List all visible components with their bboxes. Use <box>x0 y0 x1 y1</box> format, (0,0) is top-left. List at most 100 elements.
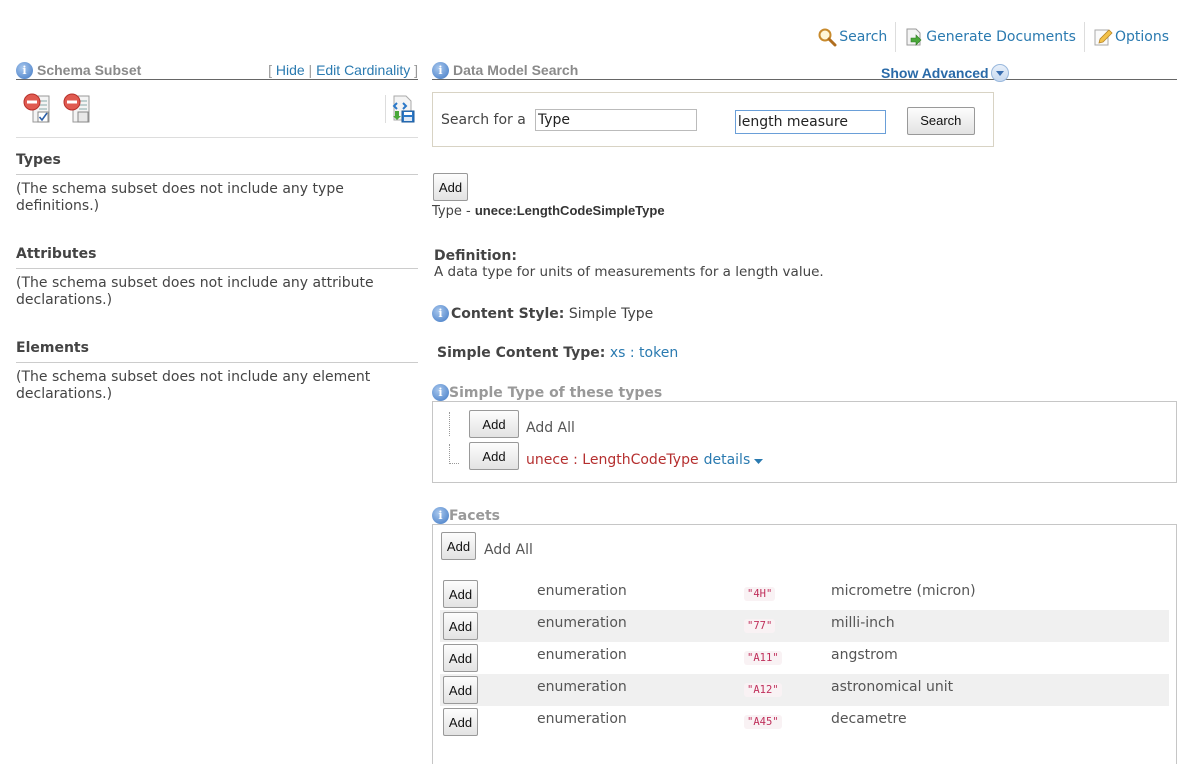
show-advanced-toggle[interactable]: Show Advanced <box>881 64 1009 82</box>
simple-type-of-box: Add Add All Add unece : LengthCodeType d… <box>432 401 1177 483</box>
facets-title: Facets <box>449 507 501 524</box>
remove-checked-icon[interactable] <box>22 92 56 126</box>
add-all-facets-button[interactable]: Add <box>441 532 476 560</box>
simple-type-item: Add unece : LengthCodeType details <box>433 440 1176 472</box>
options-link[interactable]: Options <box>1085 22 1177 52</box>
search-nav-label: Search <box>839 29 888 45</box>
caret-down-icon <box>754 459 764 464</box>
magnifier-icon <box>818 28 837 47</box>
types-heading: Types <box>16 152 418 175</box>
simple-content-type-row: Simple Content Type: xs : token <box>432 345 1177 361</box>
content-style-row: i Content Style: Simple Type <box>432 305 1177 322</box>
generate-document-icon <box>906 28 922 46</box>
types-empty-text: (The schema subset does not include any … <box>16 181 344 214</box>
info-icon[interactable]: i <box>432 61 449 79</box>
info-icon[interactable]: i <box>432 384 449 401</box>
details-dropdown[interactable]: details <box>704 452 764 468</box>
search-button[interactable]: Search <box>906 106 975 135</box>
add-all-row: Add Add All <box>433 408 1176 440</box>
facet-row: Add enumeration "A12" astronomical unit <box>440 674 1169 706</box>
result-type-name: unece:LengthCodeSimpleType <box>474 203 665 218</box>
schema-subset-panel: i Schema Subset [ Hide | Edit Cardinalit… <box>16 61 418 403</box>
add-type-button[interactable]: Add <box>433 173 468 201</box>
search-query-input[interactable] <box>734 109 886 134</box>
add-simple-type-button[interactable]: Add <box>469 442 519 470</box>
simple-type-link[interactable]: unece : LengthCodeType <box>526 452 699 468</box>
type-namespace: unece <box>526 452 569 468</box>
facet-code: "A45" <box>744 715 782 729</box>
data-model-search-title: Data Model Search <box>453 62 579 78</box>
facet-code: "4H" <box>744 587 776 601</box>
facet-kind: enumeration <box>537 711 627 727</box>
info-icon[interactable]: i <box>432 507 449 524</box>
hide-link[interactable]: Hide <box>276 62 305 78</box>
namespace-separator: : <box>629 345 635 361</box>
facet-description: astronomical unit <box>831 679 954 695</box>
facets-box: Add Add All Add enumeration "4H" micrometre… <box>432 524 1177 764</box>
facet-kind: enumeration <box>537 583 627 599</box>
data-model-search-panel: i Data Model Search Show Advanced Search… <box>432 61 1177 764</box>
facet-kind: enumeration <box>537 615 627 631</box>
facet-description: micrometre (micron) <box>831 583 976 599</box>
bracket: ] <box>414 62 418 78</box>
add-facet-button[interactable]: Add <box>443 644 478 672</box>
simple-type-of-title: Simple Type of these types <box>449 384 663 401</box>
type-name: LengthCodeType <box>582 452 699 468</box>
definition-label: Definition: <box>434 248 517 264</box>
facet-code: "77" <box>744 619 776 633</box>
types-section: Types (The schema subset does not includ… <box>16 152 418 215</box>
attributes-heading: Attributes <box>16 246 418 269</box>
xs-namespace-link[interactable]: xs <box>610 345 626 361</box>
facet-kind: enumeration <box>537 679 627 695</box>
facet-row: Add enumeration "4H" micrometre (micron) <box>440 578 1169 610</box>
add-facet-button[interactable]: Add <box>443 676 478 704</box>
show-advanced-label: Show Advanced <box>881 65 989 81</box>
tree-guide <box>433 440 469 472</box>
facet-description: decametre <box>831 711 907 727</box>
simple-content-type-label: Simple Content Type: <box>437 345 606 361</box>
tree-guide <box>433 408 469 440</box>
remove-unchecked-icon[interactable] <box>62 92 96 126</box>
add-facet-button[interactable]: Add <box>443 708 478 736</box>
add-facet-button[interactable]: Add <box>443 612 478 640</box>
edit-cardinality-link[interactable]: Edit Cardinality <box>316 62 410 78</box>
definition-text: A data type for units of measurements fo… <box>434 264 824 280</box>
schema-subset-header: i Schema Subset [ Hide | Edit Cardinalit… <box>16 61 418 80</box>
details-label: details <box>703 452 751 468</box>
bracket: [ <box>268 62 272 78</box>
facet-description: milli-inch <box>831 615 895 631</box>
schema-toolbar <box>16 80 418 138</box>
search-kind-input[interactable] <box>534 108 697 131</box>
type-prefix: Type - <box>432 204 475 219</box>
attributes-section: Attributes (The schema subset does not i… <box>16 246 418 309</box>
generate-documents-link[interactable]: Generate Documents <box>896 22 1084 52</box>
search-nav-link[interactable]: Search <box>809 22 895 52</box>
info-icon[interactable]: i <box>16 61 33 79</box>
facet-row: Add enumeration "77" milli-inch <box>440 610 1169 642</box>
facet-row: Add enumeration "A45" decametre <box>440 706 1169 738</box>
facet-code: "A12" <box>744 683 782 697</box>
simple-type-of-heading: i Simple Type of these types <box>432 384 1177 401</box>
save-xml-icon[interactable] <box>388 94 418 124</box>
elements-section: Elements (The schema subset does not inc… <box>16 340 418 403</box>
attributes-empty-text: (The schema subset does not include any … <box>16 275 374 308</box>
content-style-value: Simple Type <box>568 305 654 322</box>
info-icon[interactable]: i <box>432 305 449 322</box>
facet-kind: enumeration <box>537 647 627 663</box>
top-nav: Search Generate Documents Options <box>809 22 1177 52</box>
search-for-label: Search for a <box>441 111 526 128</box>
add-all-simple-types-button[interactable]: Add <box>469 410 519 438</box>
facet-list: Add enumeration "4H" micrometre (micron) Add… <box>433 578 1176 738</box>
facet-row: Add enumeration "A11" angstrom <box>440 642 1169 674</box>
toolbar-divider <box>385 94 386 123</box>
facet-description: angstrom <box>831 647 898 663</box>
token-type-link[interactable]: token <box>639 345 678 361</box>
header-links: [ Hide | Edit Cardinality ] <box>268 62 418 78</box>
pencil-icon <box>1094 29 1113 46</box>
link-separator: | <box>308 62 313 78</box>
result-type-line: Type - unece:LengthCodeSimpleType <box>432 203 1177 219</box>
facets-add-all-row: Add Add All <box>441 532 1176 560</box>
options-label: Options <box>1114 29 1169 45</box>
namespace-separator: : <box>573 452 578 468</box>
add-facet-button[interactable]: Add <box>443 580 478 608</box>
